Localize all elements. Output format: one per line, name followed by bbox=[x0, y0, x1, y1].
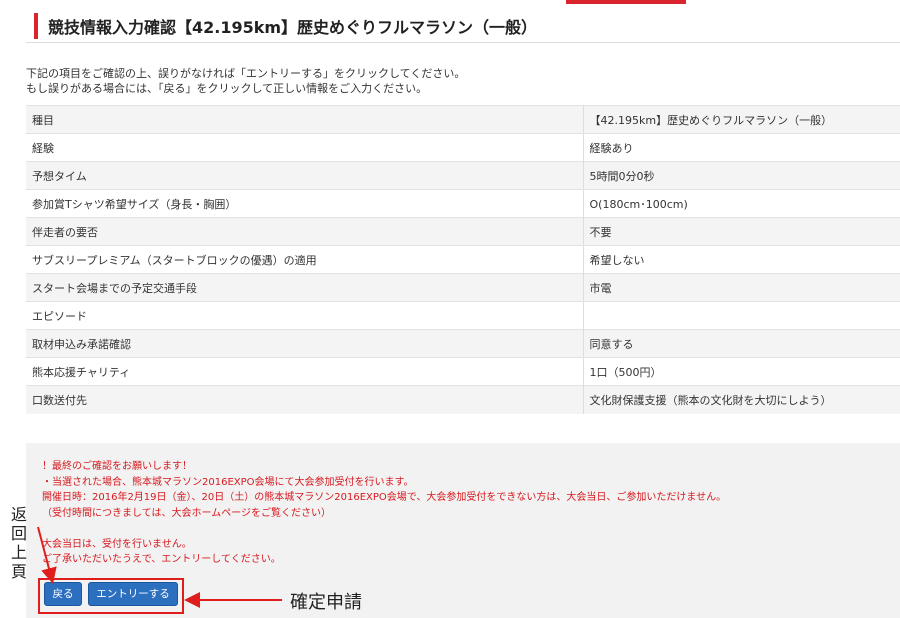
arrow-to-back-button bbox=[37, 526, 57, 584]
annotation-arrows bbox=[37, 526, 282, 608]
